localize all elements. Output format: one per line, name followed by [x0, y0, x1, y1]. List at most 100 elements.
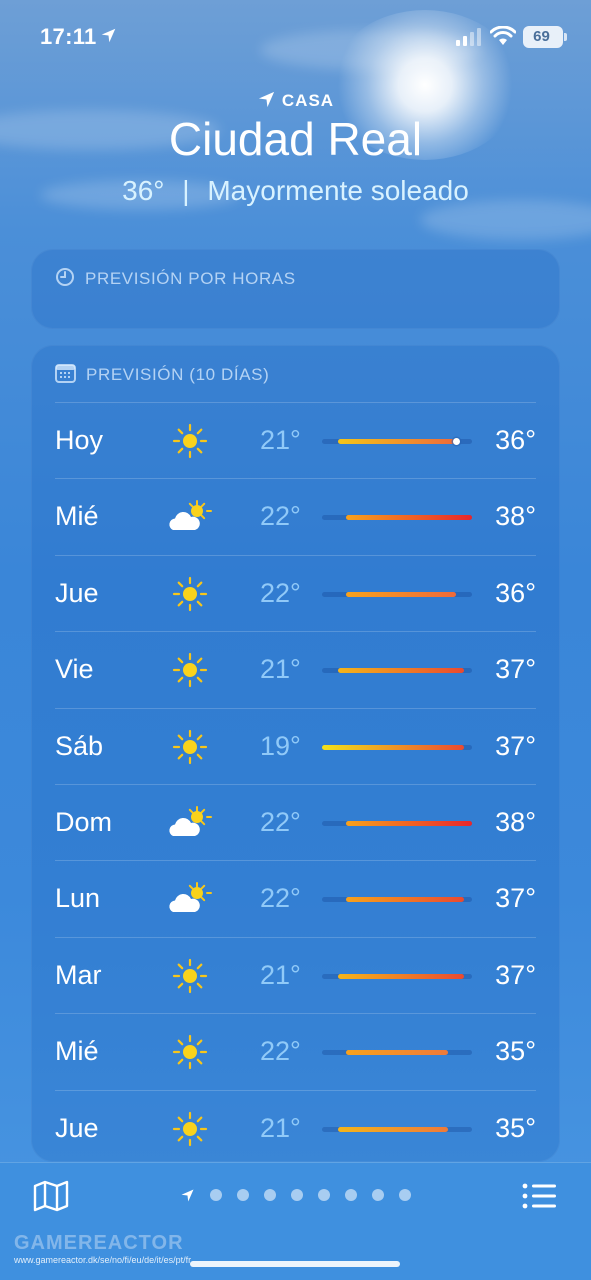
forecast-row[interactable]: Lun 22° 37°	[55, 860, 536, 936]
temperature-range-track	[322, 1050, 472, 1056]
wifi-icon	[490, 26, 516, 45]
battery-indicator: 69	[523, 26, 567, 48]
watermark-logo: GAMEREACTOR	[14, 1232, 184, 1254]
hourly-forecast-title-text: PREVISIÓN POR HORAS	[85, 269, 296, 288]
forecast-day: Jue	[55, 577, 99, 608]
temperature-range-track	[322, 591, 472, 597]
forecast-high: 38°	[495, 501, 536, 532]
forecast-row[interactable]: Hoy 21° 36°	[55, 402, 536, 478]
conditions-separator: |	[182, 175, 190, 206]
forecast-high: 37°	[495, 883, 536, 914]
forecast-row[interactable]: Jue 22° 36°	[55, 554, 536, 631]
hourly-forecast-title: PREVISIÓN POR HORAS	[55, 267, 296, 289]
temperature-range-track	[322, 668, 472, 674]
forecast-day: Jue	[55, 1112, 99, 1143]
page-indicator[interactable]	[180, 1187, 411, 1203]
battery-level: 69	[533, 28, 550, 45]
forecast-low: 21°	[260, 425, 301, 455]
forecast-row[interactable]: Jue 21° 35°	[55, 1089, 536, 1166]
temperature-range-track	[322, 973, 472, 979]
daily-forecast-list: Hoy 21° 36° Mié 22° 38° Jue 22° 36° Vie 21° 37° Sáb 1…	[55, 402, 536, 1166]
clock-icon	[56, 268, 74, 286]
forecast-day: Mié	[55, 501, 99, 532]
condition-text: Mayormente soleado	[207, 175, 469, 206]
current-temperature: 36°	[122, 175, 165, 206]
temperature-range-bar	[345, 1050, 449, 1056]
temperature-range-track	[322, 897, 472, 903]
temperature-range-bar	[345, 515, 472, 521]
forecast-low: 22°	[260, 1036, 301, 1067]
partly-cloudy-icon	[167, 497, 213, 537]
temperature-range-bar	[345, 591, 457, 597]
forecast-row[interactable]: Mié 22° 38°	[55, 478, 536, 554]
sun-icon	[167, 956, 213, 996]
sun-icon	[167, 727, 213, 767]
forecast-high: 37°	[495, 959, 536, 990]
page-dot[interactable]	[264, 1189, 276, 1201]
hourly-forecast-card[interactable]	[31, 249, 560, 329]
temperature-range-track	[322, 820, 472, 826]
map-icon[interactable]	[33, 1180, 69, 1212]
temperature-range-track	[322, 1126, 472, 1132]
temperature-range-bar	[345, 820, 472, 826]
calendar-icon	[55, 364, 76, 383]
forecast-low: 22°	[260, 883, 301, 914]
forecast-row[interactable]: Vie 21° 37°	[55, 631, 536, 707]
forecast-low: 21°	[260, 959, 301, 990]
forecast-row[interactable]: Mié 22° 35°	[55, 1013, 536, 1089]
forecast-day: Vie	[55, 654, 94, 685]
home-indicator[interactable]	[190, 1261, 400, 1267]
forecast-row[interactable]: Mar 21° 37°	[55, 936, 536, 1013]
forecast-day: Lun	[55, 883, 101, 914]
location-arrow-icon	[101, 28, 116, 43]
list-icon[interactable]	[522, 1182, 556, 1210]
temperature-range-bar	[337, 439, 457, 444]
temperature-range-track	[322, 438, 472, 445]
forecast-row[interactable]: Dom 22° 38°	[55, 783, 536, 860]
temperature-range-bar	[337, 973, 465, 979]
forecast-high: 35°	[495, 1036, 536, 1067]
forecast-high: 36°	[495, 577, 536, 608]
page-dot[interactable]	[291, 1189, 303, 1201]
current-temp-dot	[452, 438, 460, 445]
partly-cloudy-icon	[167, 879, 213, 919]
temperature-range-track	[322, 515, 472, 521]
status-time: 17:11	[40, 24, 97, 49]
page-dot[interactable]	[318, 1189, 330, 1201]
location-arrow-icon	[181, 1189, 194, 1201]
cellular-signal-icon	[456, 28, 481, 46]
forecast-high: 37°	[495, 730, 536, 761]
forecast-day: Mié	[55, 1036, 99, 1067]
location-label-text: CASA	[281, 91, 335, 110]
sun-icon	[167, 574, 213, 614]
forecast-low: 22°	[260, 501, 301, 532]
page-dot[interactable]	[399, 1189, 411, 1201]
daily-forecast-title-text: PREVISIÓN (10 DÍAS)	[86, 365, 270, 384]
forecast-high: 37°	[495, 654, 536, 685]
forecast-day: Dom	[55, 806, 113, 837]
page-dot[interactable]	[345, 1189, 357, 1201]
forecast-low: 22°	[260, 806, 301, 837]
temperature-range-track	[322, 744, 472, 750]
page-dot[interactable]	[237, 1189, 249, 1201]
location-label: CASA	[0, 90, 591, 111]
current-conditions: 36° | Mayormente soleado	[0, 175, 591, 207]
forecast-day: Sáb	[55, 730, 104, 761]
forecast-high: 35°	[495, 1112, 536, 1143]
forecast-low: 21°	[260, 654, 301, 685]
page-dot[interactable]	[372, 1189, 384, 1201]
sun-icon	[167, 421, 213, 461]
temperature-range-bar	[345, 897, 465, 903]
sun-icon	[167, 1032, 213, 1072]
forecast-low: 19°	[260, 730, 301, 761]
city-name: Ciudad Real	[168, 113, 423, 165]
forecast-low: 22°	[260, 577, 301, 608]
forecast-day: Mar	[55, 959, 102, 990]
forecast-day: Hoy	[55, 425, 104, 455]
forecast-high: 36°	[495, 425, 536, 455]
status-bar: 17:11 69	[0, 0, 591, 76]
forecast-low: 21°	[260, 1112, 301, 1143]
forecast-row[interactable]: Sáb 19° 37°	[55, 707, 536, 784]
temperature-range-bar	[322, 744, 465, 750]
page-dot[interactable]	[210, 1189, 222, 1201]
